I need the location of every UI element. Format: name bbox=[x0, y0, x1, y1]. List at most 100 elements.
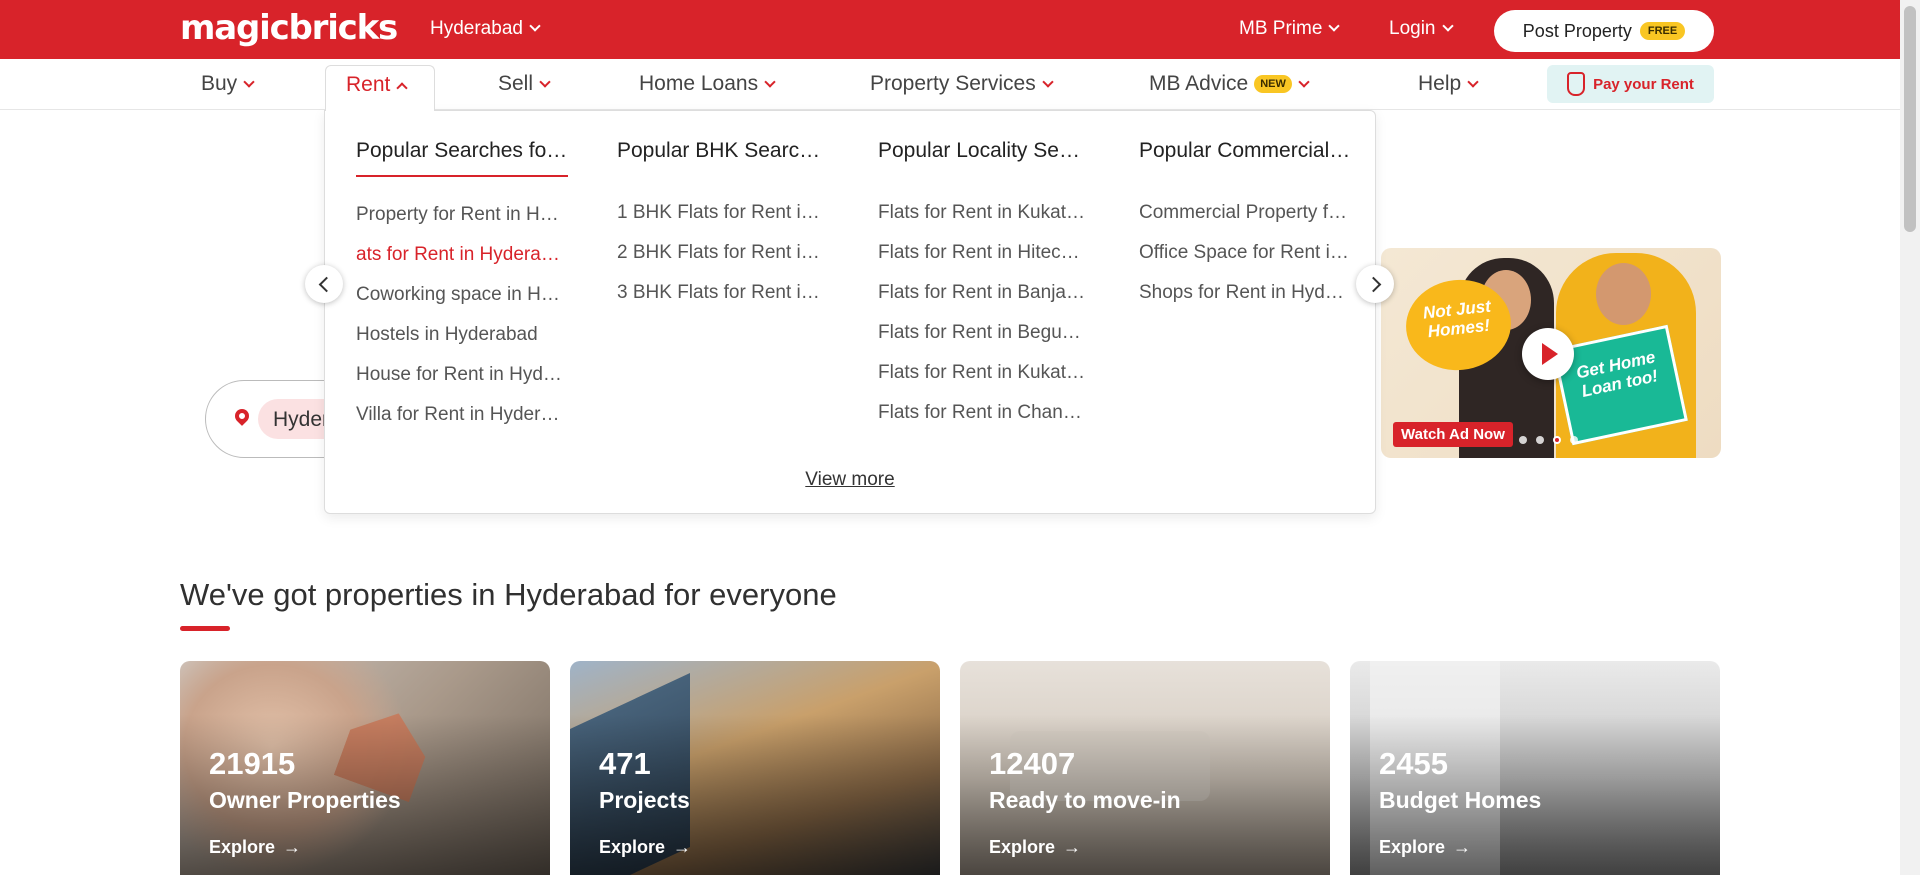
dropdown-link[interactable]: Commercial Property for Rent bbox=[1139, 193, 1351, 233]
card-count: 12407 bbox=[989, 746, 1076, 781]
chevron-down-icon bbox=[764, 76, 776, 88]
nav-mb-advice-label: MB Advice bbox=[1149, 72, 1249, 95]
arrow-right-icon: → bbox=[1063, 837, 1082, 857]
top-header-bar: magicbricks Hyderabad MB Prime Login Pos… bbox=[0, 0, 1900, 59]
nav-mb-advice[interactable]: MB Advice NEW bbox=[1149, 72, 1310, 96]
dropdown-link[interactable]: Flats for Rent in Begumpet bbox=[878, 313, 1090, 353]
play-icon[interactable] bbox=[1522, 328, 1574, 380]
nav-help[interactable]: Help bbox=[1418, 72, 1479, 96]
card-explore-label: Explore bbox=[989, 837, 1056, 857]
arrow-right-icon: → bbox=[283, 837, 302, 857]
nav-buy-label: Buy bbox=[201, 72, 238, 95]
card-projects[interactable]: 471 Projects Explore → bbox=[570, 661, 940, 875]
card-count: 471 bbox=[599, 746, 651, 781]
card-explore-link[interactable]: Explore → bbox=[989, 837, 1081, 858]
nav-rent-tab[interactable]: Rent bbox=[325, 65, 435, 111]
carousel-dot-active[interactable] bbox=[1553, 436, 1561, 444]
location-pin-icon bbox=[232, 406, 252, 426]
dropdown-link[interactable]: Flats for Rent in Kukatpally bbox=[878, 353, 1090, 393]
dropdown-link[interactable]: Hostels in Hyderabad bbox=[356, 315, 568, 355]
card-label: Owner Properties bbox=[209, 787, 401, 813]
dropdown-column-popular-searches: Popular Searches for Rent Property for R… bbox=[356, 139, 568, 435]
nav-sell[interactable]: Sell bbox=[498, 72, 551, 96]
nav-property-services[interactable]: Property Services bbox=[870, 72, 1054, 96]
arrow-right-icon: → bbox=[1453, 837, 1472, 857]
nav-rent-label: Rent bbox=[346, 73, 391, 96]
chevron-down-icon bbox=[529, 20, 541, 32]
card-label: Ready to move-in bbox=[989, 787, 1181, 813]
nav-buy[interactable]: Buy bbox=[201, 72, 255, 96]
mb-prime-label: MB Prime bbox=[1239, 18, 1323, 39]
chevron-down-icon bbox=[539, 76, 551, 88]
dropdown-link[interactable]: 1 BHK Flats for Rent in Hyderabad bbox=[617, 193, 829, 233]
chevron-up-icon bbox=[396, 82, 409, 94]
view-more-link[interactable]: View more bbox=[325, 469, 1375, 491]
card-explore-label: Explore bbox=[209, 837, 276, 857]
scrollbar-thumb[interactable] bbox=[1904, 6, 1916, 232]
card-explore-link[interactable]: Explore → bbox=[1379, 837, 1471, 858]
nav-home-loans-label: Home Loans bbox=[639, 72, 759, 95]
ad-banner[interactable]: Not Just Homes! Get Home Loan too! Watch… bbox=[1381, 248, 1721, 458]
dropdown-link[interactable]: Flats for Rent in Kukatpally bbox=[878, 193, 1090, 233]
carousel-prev-arrow-icon[interactable] bbox=[305, 265, 343, 303]
chevron-down-icon bbox=[1467, 76, 1479, 88]
post-property-button[interactable]: Post Property FREE bbox=[1494, 10, 1714, 52]
dropdown-link[interactable]: 3 BHK Flats for Rent in Hyderabad bbox=[617, 273, 829, 313]
dropdown-heading[interactable]: Popular BHK Searches bbox=[617, 139, 829, 175]
login-menu[interactable]: Login bbox=[1389, 18, 1454, 40]
chevron-down-icon bbox=[1042, 76, 1054, 88]
arrow-right-icon: → bbox=[673, 837, 692, 857]
dropdown-link[interactable]: Villa for Rent in Hyderabad bbox=[356, 395, 568, 435]
dropdown-link[interactable]: Shops for Rent in Hyderabad bbox=[1139, 273, 1351, 313]
card-ready-to-move[interactable]: 12407 Ready to move-in Explore → bbox=[960, 661, 1330, 875]
card-count: 2455 bbox=[1379, 746, 1448, 781]
card-owner-properties[interactable]: 21915 Owner Properties Explore → bbox=[180, 661, 550, 875]
page-scrollbar[interactable] bbox=[1900, 0, 1920, 875]
dropdown-heading[interactable]: Popular Locality Searches bbox=[878, 139, 1090, 175]
new-badge: NEW bbox=[1254, 75, 1292, 93]
dropdown-link[interactable]: Flats for Rent in Hitech City bbox=[878, 233, 1090, 273]
carousel-dots bbox=[1519, 436, 1578, 444]
card-explore-link[interactable]: Explore → bbox=[209, 837, 301, 858]
phone-hand-icon bbox=[1567, 72, 1586, 96]
card-count: 21915 bbox=[209, 746, 296, 781]
carousel-dot[interactable] bbox=[1570, 436, 1578, 444]
dropdown-link[interactable]: Office Space for Rent in Hyderabad bbox=[1139, 233, 1351, 273]
free-badge: FREE bbox=[1639, 22, 1686, 40]
nav-sell-label: Sell bbox=[498, 72, 534, 95]
card-budget-homes[interactable]: 2455 Budget Homes Explore → bbox=[1350, 661, 1720, 875]
carousel-next-arrow-icon[interactable] bbox=[1356, 265, 1394, 303]
dropdown-heading[interactable]: Popular Searches for Rent bbox=[356, 139, 568, 177]
nav-rent[interactable]: Rent bbox=[346, 73, 409, 97]
chevron-down-icon bbox=[243, 76, 255, 88]
dropdown-link[interactable]: Flats for Rent in Chanda Nagar bbox=[878, 393, 1090, 433]
pay-your-rent-button[interactable]: Pay your Rent bbox=[1547, 65, 1714, 103]
dropdown-link[interactable]: House for Rent in Hyderabad bbox=[356, 355, 568, 395]
main-nav: Buy Rent Sell Home Loans Property Servic… bbox=[0, 59, 1900, 111]
carousel-dot[interactable] bbox=[1519, 436, 1527, 444]
city-selector[interactable]: Hyderabad bbox=[430, 18, 541, 40]
pay-your-rent-label: Pay your Rent bbox=[1593, 75, 1694, 93]
nav-help-label: Help bbox=[1418, 72, 1462, 95]
ad-person-face bbox=[1596, 263, 1651, 325]
dropdown-link[interactable]: 2 BHK Flats for Rent in Hyderabad bbox=[617, 233, 829, 273]
carousel-dot[interactable] bbox=[1536, 436, 1544, 444]
dropdown-link[interactable]: Property for Rent in Hyderabad bbox=[356, 195, 568, 235]
dropdown-link[interactable]: Coworking space in Hyderabad bbox=[356, 275, 568, 315]
dropdown-link[interactable]: Flats for Rent in Banjara Hills bbox=[878, 273, 1090, 313]
chevron-down-icon bbox=[1328, 20, 1341, 32]
card-explore-link[interactable]: Explore → bbox=[599, 837, 691, 858]
dropdown-link[interactable]: ats for Rent in Hyderabad bbox=[356, 235, 568, 275]
post-property-label: Post Property bbox=[1522, 20, 1632, 41]
chevron-down-icon bbox=[1441, 20, 1454, 32]
nav-home-loans[interactable]: Home Loans bbox=[639, 72, 776, 96]
magicbricks-logo[interactable]: magicbricks bbox=[180, 8, 398, 48]
dropdown-column-bhk: Popular BHK Searches 1 BHK Flats for Ren… bbox=[617, 139, 829, 313]
chevron-down-icon bbox=[1298, 76, 1310, 88]
mb-prime-menu[interactable]: MB Prime bbox=[1239, 18, 1341, 40]
city-selector-label: Hyderabad bbox=[430, 18, 523, 39]
dropdown-heading[interactable]: Popular Commercial Searches bbox=[1139, 139, 1351, 175]
card-label: Projects bbox=[599, 787, 690, 813]
watch-ad-label[interactable]: Watch Ad Now bbox=[1393, 422, 1513, 447]
card-explore-label: Explore bbox=[1379, 837, 1446, 857]
